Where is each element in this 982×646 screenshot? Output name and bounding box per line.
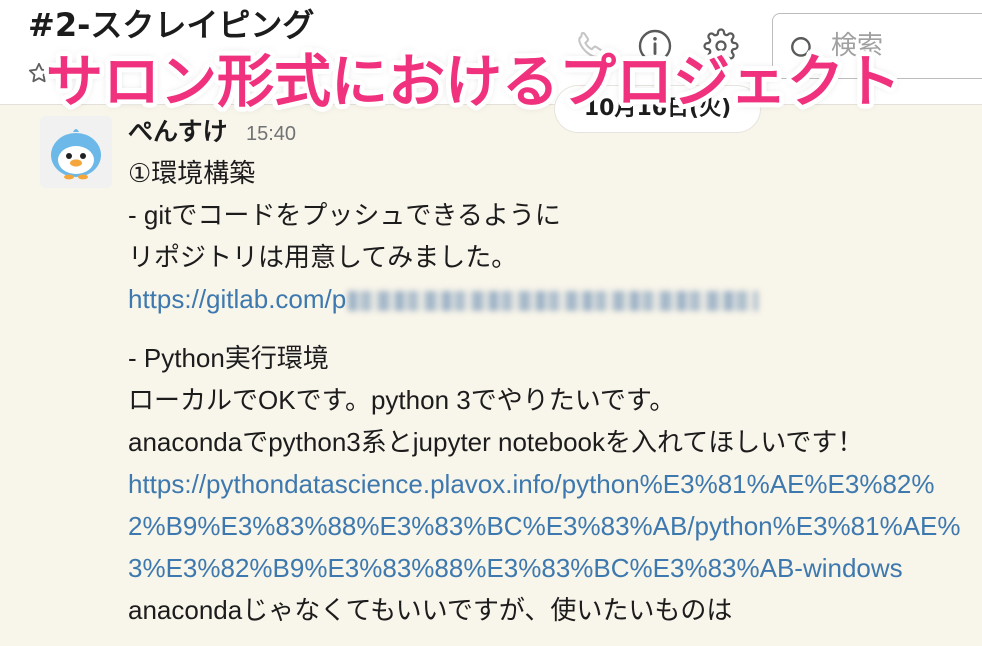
slack-window: #2-スクレイピング 検索 10月16日(火) ぺんすけ 15:40 ①環境構築… bbox=[0, 0, 982, 646]
message-section-environment: ①環境構築 - gitでコードをプッシュできるように リポジトリは用意してみまし… bbox=[128, 152, 982, 320]
link-line[interactable]: 3%E3%82%B9%E3%83%88%E3%83%BC%E3%83%AB-wi… bbox=[128, 547, 982, 589]
message-line: anacondaじゃなくてもいいですが、使いたいものは bbox=[128, 595, 733, 625]
avatar[interactable] bbox=[40, 116, 112, 188]
penguin-avatar-icon bbox=[40, 116, 112, 188]
gitlab-repo-link[interactable]: https://gitlab.com/p bbox=[128, 284, 346, 314]
message-line: - Python実行環境 bbox=[128, 343, 329, 373]
author-name[interactable]: ぺんすけ bbox=[128, 117, 228, 146]
message-line: ①環境構築 bbox=[128, 158, 256, 188]
redacted-url-blur bbox=[348, 291, 759, 311]
link-line[interactable]: 2%B9%E3%83%88%E3%83%BC%E3%83%AB/python%E… bbox=[128, 505, 982, 547]
message-section-python: - Python実行環境 ローカルでOKです。python 3でやりたいです。 … bbox=[128, 337, 982, 631]
pythondatascience-link[interactable]: https://pythondatascience.plavox.info/py… bbox=[128, 463, 982, 589]
message-timestamp[interactable]: 15:40 bbox=[246, 123, 296, 145]
message-line: - gitでコードをプッシュできるように bbox=[128, 200, 561, 230]
message-line: anacondaでpython3系とjupyter notebookを入れてほし… bbox=[128, 427, 864, 457]
message-line: リポジトリは用意してみました。 bbox=[128, 242, 518, 272]
message-link-line: https://gitlab.com/p bbox=[128, 278, 982, 320]
link-line[interactable]: https://pythondatascience.plavox.info/py… bbox=[128, 463, 982, 505]
message-header: ぺんすけ 15:40 bbox=[128, 114, 296, 150]
message-pane: 10月16日(火) ぺんすけ 15:40 ①環境構築 - gitでコードをプッシ… bbox=[0, 86, 982, 646]
message-body: ①環境構築 - gitでコードをプッシュできるように リポジトリは用意してみまし… bbox=[128, 152, 982, 646]
overlay-title: サロン形式におけるプロジェクト bbox=[46, 49, 901, 115]
message-line: ローカルでOKです。python 3でやりたいです。 bbox=[128, 385, 676, 415]
channel-name[interactable]: #2-スクレイピング bbox=[28, 5, 314, 45]
